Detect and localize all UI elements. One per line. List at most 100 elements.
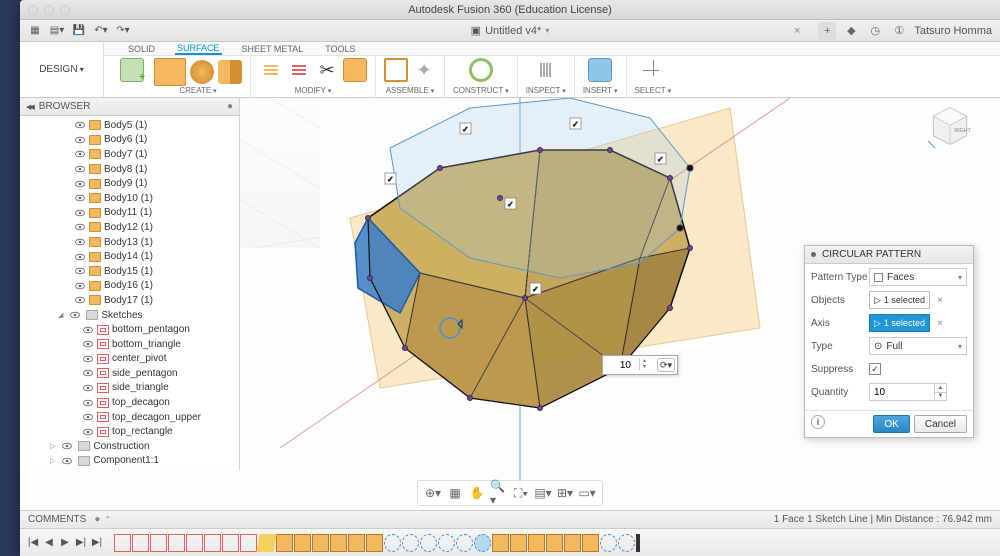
visibility-icon[interactable] [74, 207, 86, 219]
visibility-icon[interactable] [74, 265, 86, 277]
timeline-marker[interactable] [636, 534, 640, 552]
timeline-sketch-icon[interactable] [132, 534, 149, 552]
close-dot[interactable] [28, 5, 38, 15]
sketch-icon[interactable] [120, 58, 144, 82]
visibility-icon[interactable] [61, 455, 73, 467]
tree-body-item[interactable]: Body11 (1) [20, 206, 239, 221]
timeline-sketch-icon[interactable] [114, 534, 131, 552]
quantity-spinner[interactable]: ▲▼ [869, 383, 967, 401]
timeline-sketch-icon[interactable] [168, 534, 185, 552]
visibility-icon[interactable] [74, 236, 86, 248]
tree-body-item[interactable]: Body10 (1) [20, 191, 239, 206]
viewcube[interactable]: RIGHT [928, 104, 972, 148]
select-icon[interactable] [641, 58, 665, 82]
tree-body-item[interactable]: Body5 (1) [20, 118, 239, 133]
visibility-icon[interactable] [74, 178, 86, 190]
viewport-icon[interactable]: ▭▾ [578, 484, 596, 502]
assemble-label[interactable]: ASSEMBLE [386, 86, 435, 95]
extrude-icon[interactable] [154, 58, 186, 86]
tree-body-item[interactable]: Body9 (1) [20, 176, 239, 191]
timeline-sketch-icon[interactable] [186, 534, 203, 552]
timeline-end-icon[interactable]: ▶| [90, 537, 104, 548]
tree-sketch-item[interactable]: top_decagon_upper [20, 410, 239, 425]
visibility-icon[interactable] [82, 411, 94, 423]
tree-sketch-item[interactable]: top_rectangle [20, 424, 239, 439]
extensions-icon[interactable]: ◆ [842, 22, 860, 40]
timeline-pattern-icon[interactable] [384, 534, 401, 552]
suppress-checkbox[interactable]: ✓ [869, 363, 881, 375]
visibility-icon[interactable] [74, 192, 86, 204]
timeline-fwd-icon[interactable]: ▶| [74, 537, 88, 548]
file-menu-icon[interactable]: ▤▾ [48, 22, 66, 40]
timeline-body-icon[interactable] [330, 534, 347, 552]
visibility-icon[interactable] [82, 397, 94, 409]
display-icon[interactable]: ▤▾ [534, 484, 552, 502]
tab-surface[interactable]: SURFACE [175, 43, 222, 55]
timeline-body-icon[interactable] [492, 534, 509, 552]
minimize-dot[interactable] [44, 5, 54, 15]
clear-axis-icon[interactable]: × [933, 316, 947, 330]
timeline-body-icon[interactable] [366, 534, 383, 552]
press-pull-icon[interactable] [259, 58, 283, 82]
undo-icon[interactable]: ↶▾ [92, 22, 110, 40]
zoom-dot[interactable] [60, 5, 70, 15]
comments-label[interactable]: COMMENTS [28, 514, 86, 525]
new-tab-icon[interactable]: + [818, 22, 836, 40]
tree-body-item[interactable]: Body7 (1) [20, 147, 239, 162]
objects-selection[interactable]: ▷1 selected [869, 291, 930, 309]
tree-component-item[interactable]: Component1:1 [20, 454, 239, 469]
visibility-icon[interactable] [82, 426, 94, 438]
timeline-pattern-icon[interactable] [456, 534, 473, 552]
timeline-start-icon[interactable]: |◀ [26, 537, 40, 548]
tab-sheetmetal[interactable]: SHEET METAL [240, 44, 306, 54]
tree-body-item[interactable]: Body14 (1) [20, 249, 239, 264]
construct-label[interactable]: CONSTRUCT [453, 86, 509, 95]
timeline-play-icon[interactable]: ▶ [58, 537, 72, 548]
look-at-icon[interactable]: ▦ [446, 484, 464, 502]
timeline-body-icon[interactable] [312, 534, 329, 552]
grid-icon[interactable]: ⊞▾ [556, 484, 574, 502]
workspace-switcher[interactable]: DESIGN [20, 42, 104, 97]
inline-quantity-input[interactable]: ▲▼ ⟳▾ [602, 355, 678, 375]
tree-body-item[interactable]: Body15 (1) [20, 264, 239, 279]
revolve-icon[interactable] [190, 60, 214, 84]
joint-icon[interactable] [384, 58, 408, 82]
timeline-body-icon[interactable] [564, 534, 581, 552]
info-icon[interactable]: i [811, 415, 825, 429]
cancel-button[interactable]: Cancel [914, 415, 967, 433]
visibility-icon[interactable] [74, 163, 86, 175]
zoom-icon[interactable]: 🔍▾ [490, 484, 508, 502]
timeline-sketch-icon[interactable] [240, 534, 257, 552]
fillet-icon[interactable] [287, 58, 311, 82]
qty-down-icon[interactable]: ▼ [935, 393, 946, 401]
job-status-icon[interactable]: ◷ [866, 22, 884, 40]
tree-sketch-item[interactable]: bottom_triangle [20, 337, 239, 352]
visibility-icon[interactable] [82, 382, 94, 394]
quantity-field[interactable] [869, 383, 935, 401]
visibility-icon[interactable] [74, 148, 86, 160]
tree-sketch-item[interactable]: side_triangle [20, 381, 239, 396]
inline-quantity-field[interactable] [605, 358, 633, 372]
visibility-icon[interactable] [74, 280, 86, 292]
tree-body-item[interactable]: Body8 (1) [20, 162, 239, 177]
orbit-icon[interactable]: ⊕▾ [424, 484, 442, 502]
visibility-icon[interactable] [74, 251, 86, 263]
select-label[interactable]: SELECT [635, 86, 672, 95]
timeline-pattern-icon[interactable] [420, 534, 437, 552]
sweep-icon[interactable] [218, 60, 242, 84]
tree-construction-group[interactable]: Construction [20, 439, 239, 454]
timeline-plane-icon[interactable] [256, 534, 276, 552]
insert-label[interactable]: INSERT [583, 86, 618, 95]
stitch-icon[interactable] [343, 58, 367, 82]
qty-up-icon[interactable]: ▲ [935, 384, 946, 393]
timeline-pattern-icon[interactable] [438, 534, 455, 552]
axis-selection[interactable]: ▷1 selected [869, 314, 930, 332]
visibility-icon[interactable] [61, 440, 73, 452]
tree-sketch-item[interactable]: bottom_pentagon [20, 322, 239, 337]
ok-button[interactable]: OK [873, 415, 909, 433]
fit-icon[interactable]: ⛶▾ [512, 484, 530, 502]
tab-solid[interactable]: SOLID [126, 44, 157, 54]
timeline-sketch-icon[interactable] [222, 534, 239, 552]
pattern-type-dropdown[interactable]: Faces [869, 268, 967, 286]
trim-icon[interactable]: ✂ [315, 58, 339, 82]
